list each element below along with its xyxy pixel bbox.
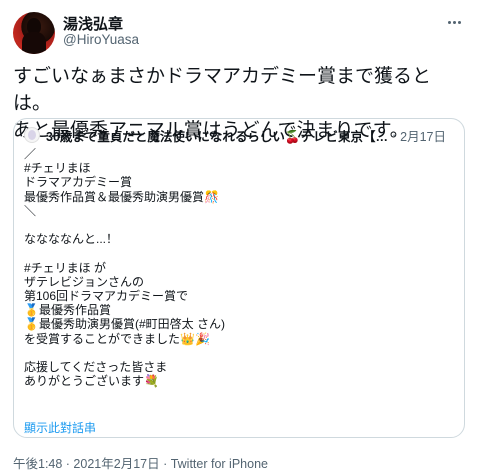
more-options-button[interactable]: [444, 12, 464, 32]
author-handle[interactable]: @HiroYuasa: [63, 32, 139, 47]
show-thread-link[interactable]: 顯示此對話串: [24, 419, 96, 436]
author-avatar[interactable]: [13, 12, 55, 54]
quoted-tweet-date: 2月17日: [400, 129, 447, 144]
tweet-card: 湯浅弘章 @HiroYuasa すごいなぁまさかドラマアカデミー賞まで獲るとは。…: [0, 0, 478, 475]
more-horizontal-icon: [447, 20, 451, 24]
quoted-tweet-header: 30歳まで童貞だと魔法使いになれるらしい🍒テレビ東京【… · 2月17日: [24, 125, 454, 145]
separator-dot: ·: [391, 128, 397, 142]
quoted-author-name: 30歳まで童貞だと魔法使いになれるらしい🍒テレビ東京【…: [46, 129, 388, 144]
avatar-figure-body: [22, 32, 46, 54]
author-display-name[interactable]: 湯浅弘章: [63, 13, 123, 34]
quoted-tweet[interactable]: 30歳まで童貞だと魔法使いになれるらしい🍒テレビ東京【… · 2月17日 ／ #…: [13, 118, 465, 438]
tweet-timestamp-source[interactable]: 午後1:48 · 2021年2月17日 · Twitter for iPhone: [13, 453, 268, 472]
more-horizontal-icon-dot: [452, 20, 456, 24]
quoted-author-avatar: [24, 127, 40, 143]
more-horizontal-icon-dot: [457, 20, 461, 24]
quoted-tweet-text: ／ #チェリまほ ドラマアカデミー賞 最優秀作品賞＆最優秀助演男優賞🎊 ＼ なな…: [24, 147, 225, 389]
